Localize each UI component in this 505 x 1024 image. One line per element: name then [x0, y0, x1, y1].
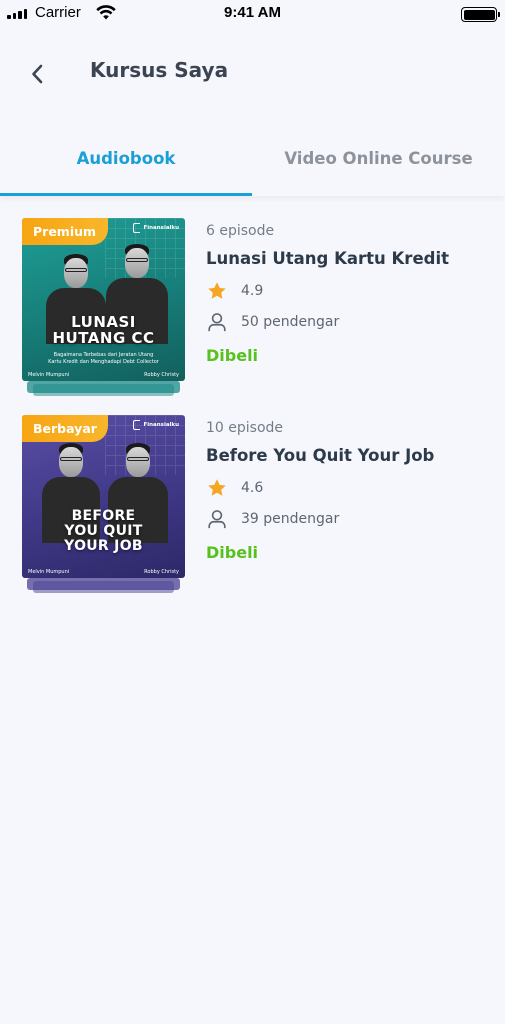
course-title: Lunasi Utang Kartu Kredit	[206, 249, 449, 268]
rating: 4.9	[206, 280, 263, 302]
episode-count: 10 episode	[206, 420, 284, 436]
purchased-status: Dibeli	[206, 543, 259, 562]
course-item[interactable]: Finansialku LUNASI HUTANG CC Bagaimana T…	[0, 216, 505, 396]
active-tab-indicator	[0, 193, 252, 196]
user-icon	[208, 313, 226, 332]
course-item[interactable]: Finansialku BEFORE YOU QUIT YOUR JOB Mel…	[0, 413, 505, 593]
cover-author-left: Melvin Mumpuni	[28, 569, 70, 575]
course-cover: Finansialku BEFORE YOU QUIT YOUR JOB Mel…	[22, 415, 185, 593]
cover-author-left: Melvin Mumpuni	[28, 372, 70, 378]
listeners: 39 pendengar	[206, 508, 339, 530]
purchased-status: Dibeli	[206, 346, 259, 365]
tab-bar: Audiobook Video Online Course	[0, 120, 505, 196]
rating: 4.6	[206, 477, 263, 499]
listener-count: 50 pendengar	[241, 314, 340, 330]
premium-badge: Premium	[22, 218, 108, 245]
cover-logo: Finansialku	[133, 420, 179, 430]
star-icon	[208, 479, 226, 496]
user-icon	[208, 510, 226, 529]
battery-icon	[461, 7, 500, 22]
episode-count: 6 episode	[206, 223, 275, 239]
page-title: Kursus Saya	[90, 58, 229, 82]
rating-value: 4.9	[241, 283, 264, 299]
cover-title: LUNASI HUTANG CC	[52, 313, 155, 348]
rating-value: 4.6	[241, 480, 264, 496]
star-icon	[208, 282, 226, 299]
listener-count: 39 pendengar	[241, 511, 340, 527]
cover-subtitle: Bagaimana Terbebas dari Jeratan Utang Ka…	[48, 352, 159, 365]
tab-video-online-course[interactable]: Video Online Course	[252, 120, 505, 196]
back-button[interactable]	[22, 58, 52, 90]
tab-audiobook[interactable]: Audiobook	[0, 120, 252, 196]
cover-title: BEFORE YOU QUIT YOUR JOB	[64, 508, 143, 555]
course-title: Before You Quit Your Job	[206, 446, 435, 465]
status-bar: Carrier 9:41 AM	[0, 0, 505, 28]
chevron-left-icon	[32, 64, 43, 84]
cover-logo: Finansialku	[133, 223, 179, 233]
cover-author-right: Robby Christy	[144, 372, 179, 378]
listeners: 50 pendengar	[206, 311, 339, 333]
course-cover: Finansialku LUNASI HUTANG CC Bagaimana T…	[22, 218, 185, 396]
paid-badge: Berbayar	[22, 415, 108, 442]
cover-author-right: Robby Christy	[144, 569, 179, 575]
clock: 9:41 AM	[224, 4, 281, 21]
